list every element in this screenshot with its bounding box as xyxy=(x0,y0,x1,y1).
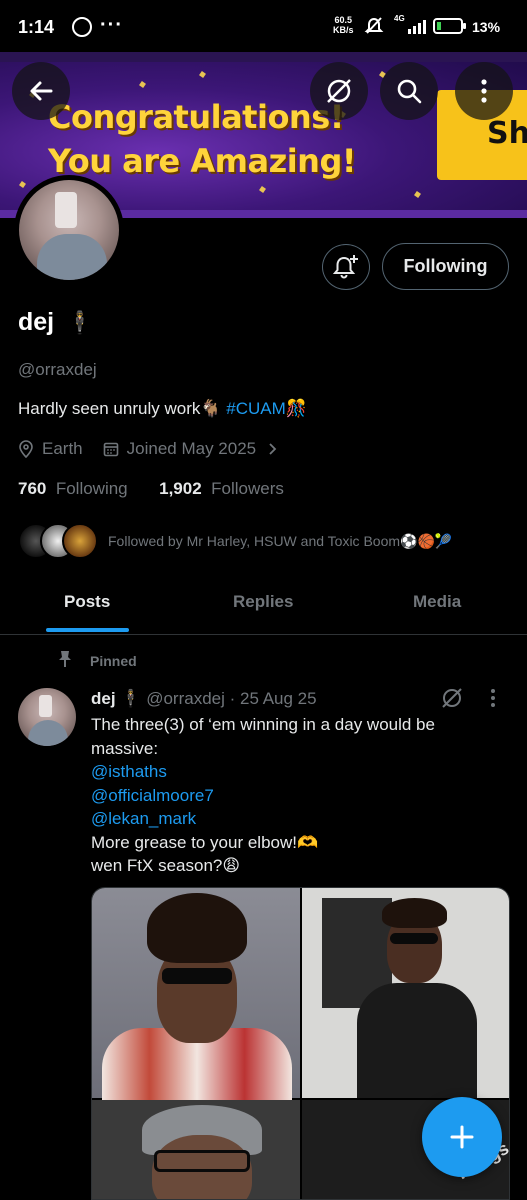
arrow-left-icon xyxy=(30,81,53,101)
profile-joined: Joined May 2025 xyxy=(126,439,257,458)
bio-hashtag[interactable]: #CUAM xyxy=(226,399,286,418)
status-time: 1:14 xyxy=(18,17,55,37)
tab-media[interactable]: Media xyxy=(413,592,461,612)
banner-title-line2: You are Amazing! xyxy=(48,142,356,180)
network-speed: 60.5 KB/s xyxy=(333,15,354,35)
search-icon xyxy=(397,79,422,104)
grok-icon xyxy=(442,688,462,708)
battery-icon xyxy=(433,18,466,34)
pinned-text: Pinned xyxy=(90,652,137,669)
post-text-line: More grease to your elbow!🫶 xyxy=(91,832,319,852)
back-button[interactable] xyxy=(12,62,70,120)
following-count: 760 xyxy=(18,479,47,498)
banner-title-line1: Congratulations! xyxy=(48,98,344,136)
active-tab-indicator xyxy=(46,628,129,632)
location-pin-icon xyxy=(18,440,34,458)
following-stat[interactable]: 760 Following xyxy=(18,479,128,498)
post-header: dej 🕴 @orraxdej · 25 Aug 25 xyxy=(91,689,317,709)
profile-meta: Earth Joined May 2025 xyxy=(18,439,286,459)
tab-posts[interactable]: Posts xyxy=(64,592,110,612)
plus-icon xyxy=(450,1125,474,1149)
post-mention[interactable]: @isthaths xyxy=(91,760,511,784)
notifications-button[interactable] xyxy=(322,244,370,290)
chevron-right-icon[interactable] xyxy=(268,442,278,456)
post-author-avatar[interactable] xyxy=(18,688,76,746)
post-image[interactable] xyxy=(302,888,509,1098)
mute-icon xyxy=(364,16,384,41)
compose-button[interactable] xyxy=(422,1097,502,1177)
bio-text: Hardly seen unruly work🐐 xyxy=(18,399,227,418)
profile-stats: 760 Following 1,902 Followers xyxy=(18,479,284,499)
pin-icon xyxy=(58,650,72,671)
followers-label: Followers xyxy=(211,479,284,498)
post-mention[interactable]: @officialmoore7 xyxy=(91,784,511,808)
post-author-emoji: 🕴 xyxy=(120,689,142,708)
profile-location: Earth xyxy=(42,439,83,458)
profile-handle: @orraxdej xyxy=(18,360,97,379)
follower-avatar xyxy=(62,523,98,559)
profile-name-emoji: 🕴 xyxy=(66,310,94,335)
more-vertical-icon xyxy=(491,689,495,707)
followers-stat[interactable]: 1,902 Followers xyxy=(159,479,284,498)
post-mention[interactable]: @lekan_mark xyxy=(91,807,511,831)
followers-count: 1,902 xyxy=(159,479,202,498)
status-bar: 1:14 ··· 60.5 KB/s 4G 13% xyxy=(0,0,527,52)
search-button[interactable] xyxy=(380,62,438,120)
more-vertical-icon xyxy=(481,79,487,103)
profile-name: dej xyxy=(18,308,55,336)
tab-replies[interactable]: Replies xyxy=(233,592,293,612)
status-more-indicator: ··· xyxy=(100,14,123,36)
grok-button[interactable] xyxy=(310,62,368,120)
post-image[interactable] xyxy=(92,1100,300,1199)
profile-bio: Hardly seen unruly work🐐 #CUAM🎊 xyxy=(18,399,307,419)
banner-badge-text: Sh xyxy=(487,116,527,151)
signal-icon xyxy=(408,18,426,34)
post-author-handle[interactable]: @orraxdej xyxy=(146,689,225,708)
post-date: · 25 Aug 25 xyxy=(229,689,317,708)
post-grok-button[interactable] xyxy=(440,686,464,715)
pinned-label: Pinned xyxy=(58,650,137,671)
bell-plus-icon xyxy=(332,255,358,279)
whatsapp-icon xyxy=(72,17,92,37)
profile-tabs: Posts Replies Media xyxy=(0,570,527,635)
more-button[interactable] xyxy=(455,62,513,120)
profile-avatar[interactable] xyxy=(14,175,124,285)
post-text-line: wen FtX season?😩 xyxy=(91,856,241,875)
calendar-icon xyxy=(103,441,119,457)
post-text: The three(3) of ‘em winning in a day wou… xyxy=(91,713,511,878)
bio-emoji: 🎊 xyxy=(285,399,307,418)
network-speed-value: 60.5 xyxy=(334,15,353,25)
network-type: 4G xyxy=(394,14,405,23)
post-text-line: The three(3) of ‘em winning in a day wou… xyxy=(91,715,435,734)
post-author-name[interactable]: dej xyxy=(91,689,116,708)
following-button[interactable]: Following xyxy=(382,243,509,290)
post-image[interactable] xyxy=(92,888,300,1108)
grok-icon xyxy=(327,79,351,103)
followed-by-row[interactable]: Followed by Mr Harley, HSUW and Toxic Bo… xyxy=(18,523,452,559)
network-speed-unit: KB/s xyxy=(333,25,354,35)
followed-by-text: Followed by Mr Harley, HSUW and Toxic Bo… xyxy=(108,532,453,549)
avatar-image xyxy=(19,180,119,280)
battery-percent: 13% xyxy=(472,19,501,35)
post-more-button[interactable] xyxy=(490,688,496,713)
following-label: Following xyxy=(55,479,128,498)
post-text-line: massive: xyxy=(91,738,159,758)
